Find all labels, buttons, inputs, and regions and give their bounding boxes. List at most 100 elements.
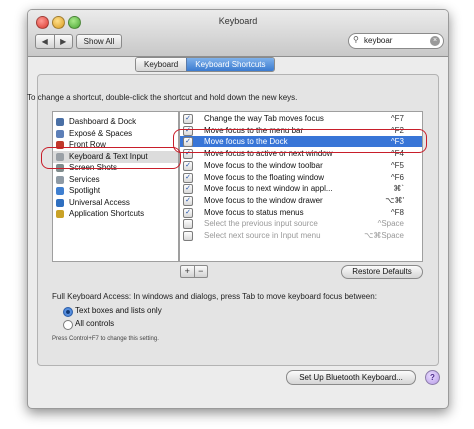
- shortcut-list: ✓ Change the way Tab moves focus ^F7 ✓ Move …: [179, 111, 423, 262]
- category-item[interactable]: Universal Access: [53, 197, 178, 209]
- shortcut-label: Move focus to the window toolbar: [204, 160, 323, 170]
- add-remove-buttons: + −: [180, 265, 208, 278]
- radio-label: All controls: [75, 319, 115, 328]
- shortcut-key[interactable]: ⌥⌘': [385, 195, 404, 206]
- keyboard-icon: [56, 152, 64, 161]
- shortcut-label: Move focus to the Dock: [204, 137, 288, 147]
- category-list: Dashboard & Dock Exposé & Spaces Front Row…: [52, 111, 179, 262]
- shortcut-key[interactable]: ^Space: [378, 218, 404, 229]
- radio-dot: [63, 307, 73, 317]
- shortcut-row[interactable]: ✓ Move focus to the window drawer ⌥⌘': [180, 195, 422, 206]
- shortcut-label: Move focus to the window drawer: [204, 195, 323, 205]
- shortcut-row[interactable]: ✓ Move focus to active or next window ^F4: [180, 148, 422, 160]
- shortcut-key[interactable]: ^F3: [391, 136, 404, 147]
- shortcut-checkbox[interactable]: ✓: [183, 114, 193, 124]
- remove-shortcut-button[interactable]: −: [195, 266, 208, 277]
- shortcut-label: Move focus to active or next window: [204, 149, 333, 159]
- shortcut-key[interactable]: ⌥⌘Space: [364, 230, 404, 241]
- front-row-icon: [56, 141, 64, 149]
- shortcut-label: Move focus to next window in appl...: [204, 184, 333, 194]
- category-item[interactable]: Dashboard & Dock: [53, 116, 178, 128]
- shortcut-row[interactable]: ✓ Move focus to the floating window ^F6: [180, 172, 422, 183]
- category-item[interactable]: Application Shortcuts: [53, 208, 178, 220]
- clear-search-icon[interactable]: ×: [430, 36, 440, 46]
- search-field[interactable]: ⚲ keyboar ×: [348, 33, 444, 49]
- gear-icon: [56, 175, 64, 184]
- show-all-button[interactable]: Show All: [76, 34, 122, 49]
- shortcut-key[interactable]: ^F4: [391, 148, 404, 159]
- shortcut-checkbox[interactable]: ✓: [183, 137, 193, 148]
- category-item[interactable]: Screen Shots: [53, 162, 178, 174]
- category-item[interactable]: Services: [53, 174, 178, 186]
- category-label: Front Row: [69, 140, 106, 149]
- shortcut-label: Select the previous input source: [204, 219, 318, 229]
- app-shortcuts-icon: [56, 210, 64, 218]
- shortcut-key[interactable]: ^F6: [391, 172, 404, 183]
- shortcut-label: Change the way Tab moves focus: [204, 114, 324, 123]
- category-label: Screen Shots: [69, 163, 118, 172]
- shortcut-checkbox[interactable]: ✓: [183, 160, 193, 171]
- title-bar: Keyboard ◀ ▶ Show All ⚲ keyboar ×: [28, 10, 448, 57]
- shortcut-label: Move focus to the floating window: [204, 172, 325, 182]
- shortcut-row[interactable]: ✓ Move focus to the window toolbar ^F5: [180, 160, 422, 171]
- shortcut-key[interactable]: ^F5: [391, 160, 404, 171]
- shortcut-key[interactable]: ^F8: [391, 207, 404, 218]
- shortcut-checkbox[interactable]: ✓: [183, 195, 193, 206]
- forward-button[interactable]: ▶: [55, 35, 73, 48]
- shortcut-key[interactable]: ⌘`: [393, 183, 404, 194]
- dashboard-icon: [56, 118, 64, 126]
- hint-text: Press Control+F7 to change this setting.: [52, 336, 159, 342]
- tab-bar: Keyboard Keyboard Shortcuts: [135, 57, 275, 72]
- shortcut-checkbox[interactable]: ✓: [183, 207, 193, 218]
- shortcut-row[interactable]: ✓ Change the way Tab moves focus ^F7: [180, 113, 422, 124]
- radio-label: Text boxes and lists only: [75, 306, 162, 315]
- restore-defaults-button[interactable]: Restore Defaults: [341, 265, 423, 279]
- shortcut-checkbox[interactable]: ✓: [183, 184, 193, 195]
- radio-all-controls[interactable]: All controls: [63, 319, 213, 330]
- category-label: Dashboard & Dock: [69, 117, 137, 126]
- shortcut-checkbox[interactable]: ✓: [183, 172, 193, 183]
- shortcut-checkbox[interactable]: ✓: [183, 149, 193, 160]
- add-shortcut-button[interactable]: +: [181, 266, 195, 277]
- category-label: Spotlight: [69, 186, 101, 195]
- shortcut-row[interactable]: ✓ Move focus to status menus ^F8: [180, 207, 422, 218]
- category-label: Application Shortcuts: [69, 209, 145, 218]
- radio-dot: [63, 320, 73, 330]
- category-item[interactable]: Keyboard & Text Input: [53, 150, 178, 163]
- shortcut-row[interactable]: ✓ Move focus to the menu bar ^F2: [180, 125, 422, 136]
- expose-icon: [56, 129, 64, 138]
- set-up-bluetooth-keyboard-button[interactable]: Set Up Bluetooth Keyboard...: [286, 370, 416, 385]
- tab-keyboard-shortcuts[interactable]: Keyboard Shortcuts: [186, 58, 274, 71]
- screenshot-icon: [56, 164, 64, 172]
- search-value: keyboar: [364, 36, 393, 45]
- radio-text-boxes-and-lists[interactable]: Text boxes and lists only: [63, 306, 213, 317]
- shortcut-checkbox[interactable]: ✓: [183, 125, 193, 136]
- shortcut-row[interactable]: ✓ Move focus to next window in appl... ⌘`: [180, 183, 422, 195]
- shortcut-label: Select next source in Input menu: [204, 231, 321, 240]
- category-label: Keyboard & Text Input: [69, 151, 148, 161]
- shortcut-checkbox[interactable]: [183, 231, 193, 241]
- back-button[interactable]: ◀: [36, 35, 55, 48]
- window-title: Keyboard: [218, 16, 258, 26]
- shortcut-row[interactable]: ✓ Move focus to the Dock ^F3: [180, 136, 422, 148]
- category-item[interactable]: Spotlight: [53, 185, 178, 197]
- help-button[interactable]: ?: [425, 370, 440, 385]
- category-label: Exposé & Spaces: [69, 128, 133, 138]
- category-label: Services: [69, 174, 100, 184]
- spotlight-icon: [56, 187, 64, 195]
- shortcut-row[interactable]: Select next source in Input menu ⌥⌘Space: [180, 230, 422, 241]
- category-item[interactable]: Front Row: [53, 139, 178, 151]
- shortcut-key[interactable]: ^F2: [391, 125, 404, 136]
- category-label: Universal Access: [69, 197, 130, 207]
- shortcut-key[interactable]: ^F7: [391, 113, 404, 124]
- shortcut-row[interactable]: Select the previous input source ^Space: [180, 218, 422, 230]
- tab-keyboard[interactable]: Keyboard: [136, 58, 187, 71]
- shortcut-label: Move focus to the menu bar: [204, 125, 304, 135]
- category-item[interactable]: Exposé & Spaces: [53, 128, 178, 140]
- search-icon: ⚲: [353, 35, 359, 44]
- instruction-text: To change a shortcut, double-click the s…: [27, 93, 298, 102]
- shortcut-label: Move focus to status menus: [204, 207, 304, 217]
- full-keyboard-access-label: Full Keyboard Access: In windows and dia…: [52, 292, 377, 301]
- universal-access-icon: [56, 198, 64, 207]
- shortcut-checkbox[interactable]: [183, 219, 193, 230]
